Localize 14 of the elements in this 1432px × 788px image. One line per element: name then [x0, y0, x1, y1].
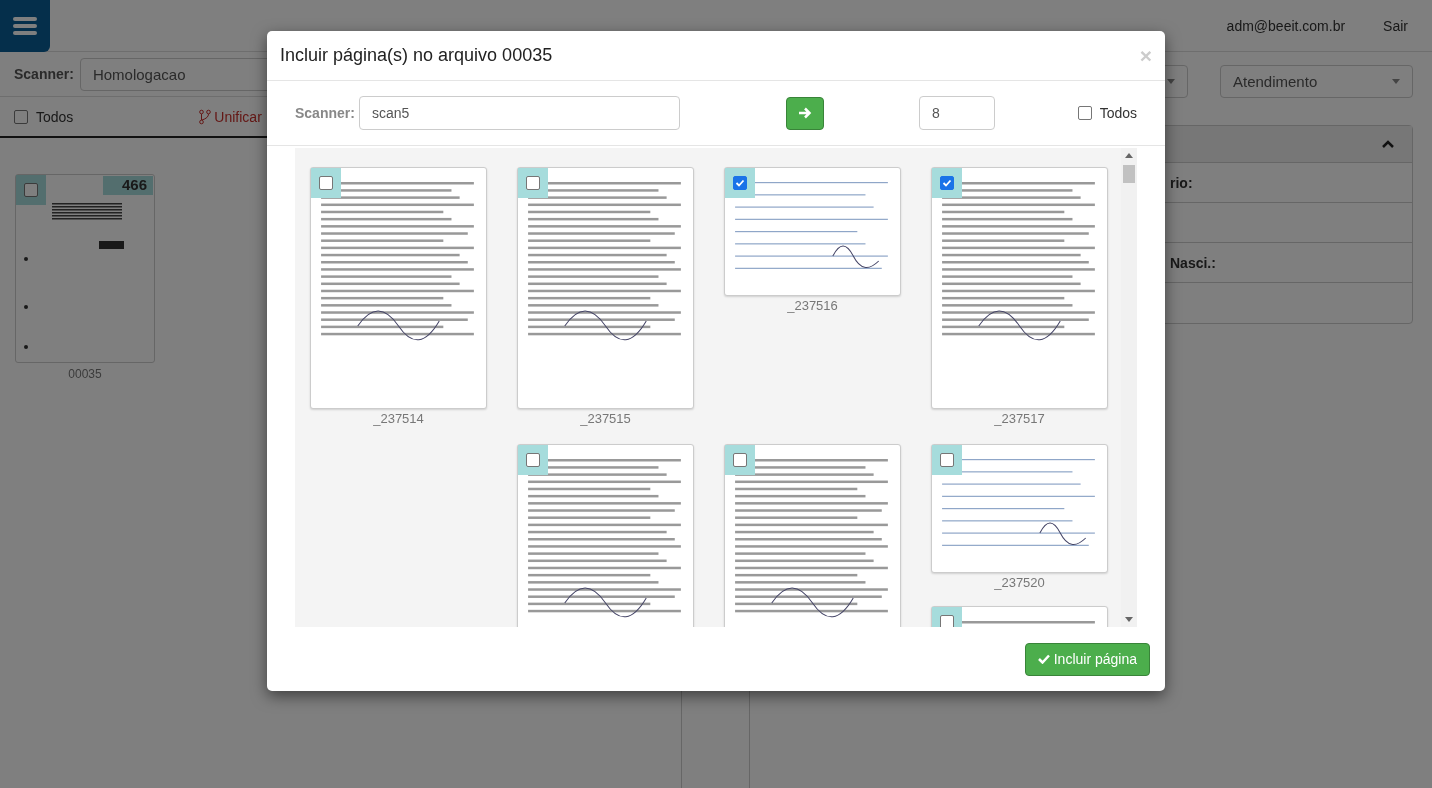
page-label: _237514	[373, 411, 424, 426]
page-label: _237520	[994, 575, 1045, 590]
page-label: _237516	[787, 298, 838, 313]
page-label: _237515	[580, 411, 631, 426]
scanner-label: Scanner:	[295, 105, 355, 121]
field-label: rio:	[1170, 174, 1193, 191]
user-email: adm@beeit.com.br	[1226, 17, 1346, 34]
page-label: _237517	[994, 411, 1045, 426]
field-label: Nasci.:	[1170, 254, 1216, 271]
page-count: 466	[103, 176, 153, 195]
scanner-label: Scanner:	[14, 66, 74, 82]
select-all-label: Todos	[36, 108, 74, 125]
file-label: 00035	[68, 367, 102, 381]
select-all-label: Todos	[1099, 105, 1137, 121]
